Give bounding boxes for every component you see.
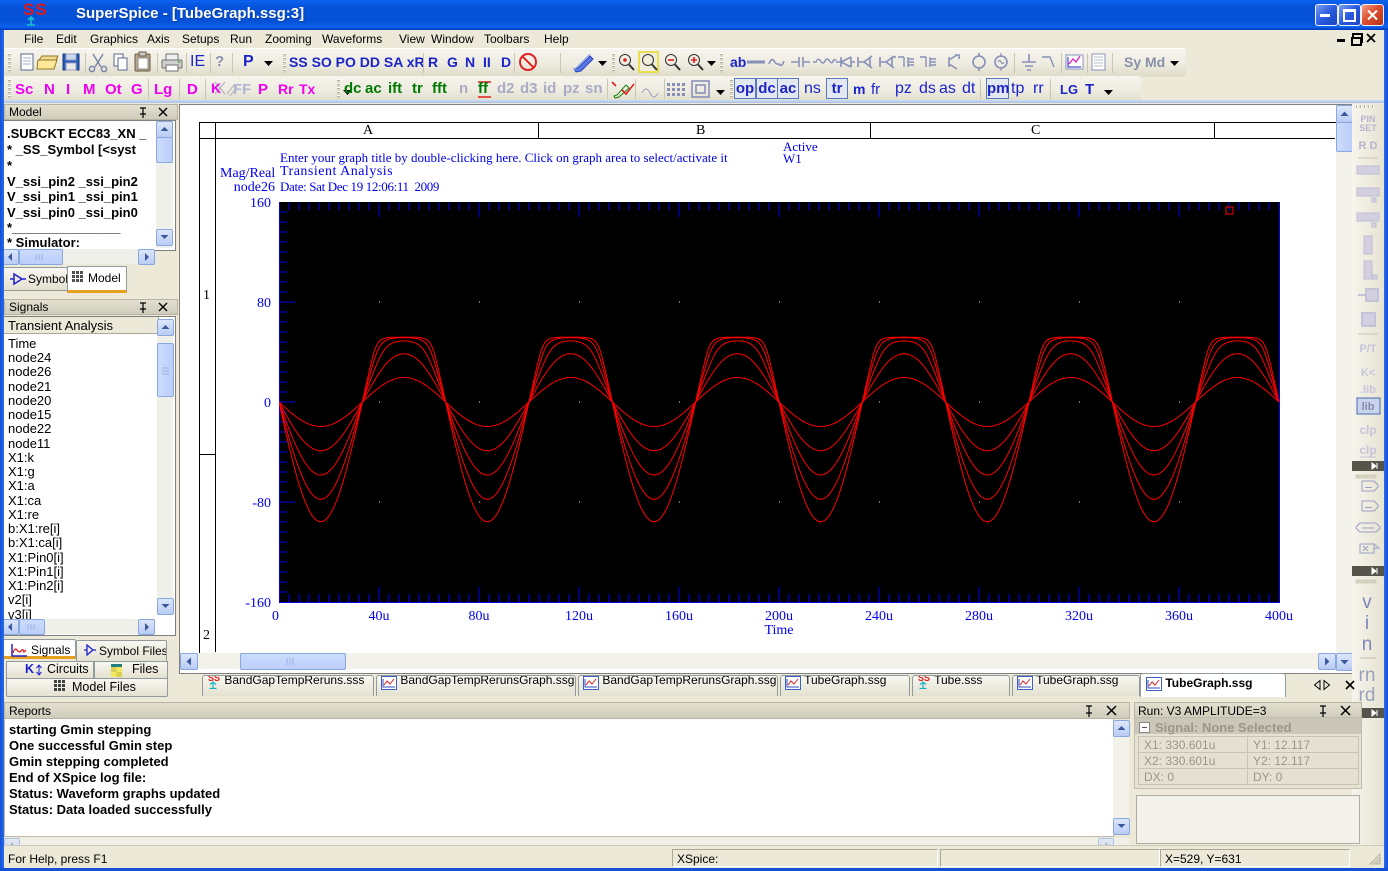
svg-text:n: n: [1362, 634, 1373, 655]
svg-text:lib: lib: [1362, 401, 1375, 413]
svg-text:R D: R D: [1359, 140, 1378, 152]
svg-text:clp: clp: [1359, 443, 1376, 457]
svg-text:K<: K<: [1361, 367, 1375, 379]
svg-text:v: v: [1362, 592, 1372, 613]
svg-text:.lib: .lib: [1360, 384, 1376, 396]
svg-text:i: i: [1365, 613, 1369, 634]
svg-text:SET: SET: [1359, 123, 1377, 133]
svg-text:clp: clp: [1359, 423, 1376, 437]
svg-text:P/T: P/T: [1359, 343, 1376, 355]
